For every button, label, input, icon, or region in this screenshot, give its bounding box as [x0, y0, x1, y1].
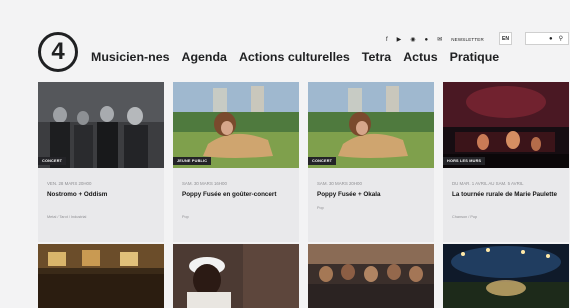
event-card-image[interactable]	[443, 244, 569, 308]
event-badge: HORS LES MURS	[443, 157, 486, 165]
main-nav: Musicien-nes Agenda Actions culturelles …	[91, 50, 499, 64]
event-date: SAM. 30 MARS 16H00	[182, 181, 227, 186]
newsletter-link[interactable]: NEWSLETTER	[451, 37, 484, 42]
nav-actus[interactable]: Actus	[403, 50, 437, 64]
event-tags: Chanson / Pop	[452, 215, 478, 219]
event-card[interactable]: CONCERT VEN. 28 MARS 20H00 Nostromo + Od…	[38, 82, 164, 242]
event-date: SAM. 30 MARS 20H00	[317, 181, 362, 186]
event-title[interactable]: Poppy Fusée + Okala	[317, 191, 429, 200]
event-title[interactable]: Poppy Fusée en goûter-concert	[182, 191, 294, 200]
language-switch[interactable]: EN	[499, 32, 512, 45]
event-card[interactable]: CONCERT SAM. 30 MARS 20H00 Poppy Fusée +…	[308, 82, 434, 242]
event-image-artist-grass	[173, 82, 299, 168]
event-title[interactable]: Nostromo + Oddism	[47, 191, 159, 200]
event-badge: CONCERT	[38, 157, 67, 165]
event-card-image[interactable]	[38, 244, 164, 308]
instagram-icon[interactable]: ◉	[410, 36, 415, 43]
event-image-band-bw	[38, 82, 164, 168]
user-search-box: ● ⚲	[525, 32, 569, 45]
event-title[interactable]: La tournée rurale de Marie Paulette	[452, 191, 564, 200]
event-tags: Pop	[182, 215, 189, 219]
youtube-icon[interactable]: ▶	[397, 36, 402, 43]
event-card[interactable]: JEUNE PUBLIC SAM. 30 MARS 16H00 Poppy Fu…	[173, 82, 299, 242]
facebook-icon[interactable]: f	[386, 37, 388, 43]
event-card[interactable]: HORS LES MURS DU MAR. 1 AVRIL AU SAM. 5 …	[443, 82, 569, 242]
nav-actions-culturelles[interactable]: Actions culturelles	[239, 50, 350, 64]
spotify-icon[interactable]: ●	[425, 37, 429, 43]
social-bar: f ▶ ◉ ● ✉ NEWSLETTER	[386, 36, 484, 44]
event-image-artist-grass	[308, 82, 434, 168]
nav-musiciens[interactable]: Musicien-nes	[91, 50, 170, 64]
user-icon[interactable]: ●	[549, 36, 553, 42]
event-badge: JEUNE PUBLIC	[173, 157, 212, 165]
event-tags: Metal / Tarot / Industrial	[47, 215, 87, 219]
logo[interactable]: 4	[38, 32, 78, 72]
nav-tetra[interactable]: Tetra	[362, 50, 391, 64]
event-tags: Pop	[317, 206, 324, 210]
nav-agenda[interactable]: Agenda	[182, 50, 227, 64]
event-date: VEN. 28 MARS 20H00	[47, 181, 92, 186]
event-date: DU MAR. 1 AVRIL AU SAM. 5 AVRIL	[452, 181, 524, 186]
event-card-image[interactable]	[173, 244, 299, 308]
event-card-image[interactable]	[308, 244, 434, 308]
event-badge: CONCERT	[308, 157, 337, 165]
logo-glyph: 4	[51, 38, 65, 65]
mail-icon[interactable]: ✉	[437, 36, 442, 43]
search-icon[interactable]: ⚲	[559, 35, 563, 42]
nav-pratique[interactable]: Pratique	[450, 50, 500, 64]
language-label: EN	[502, 35, 509, 42]
event-image-stage-red	[443, 82, 569, 168]
